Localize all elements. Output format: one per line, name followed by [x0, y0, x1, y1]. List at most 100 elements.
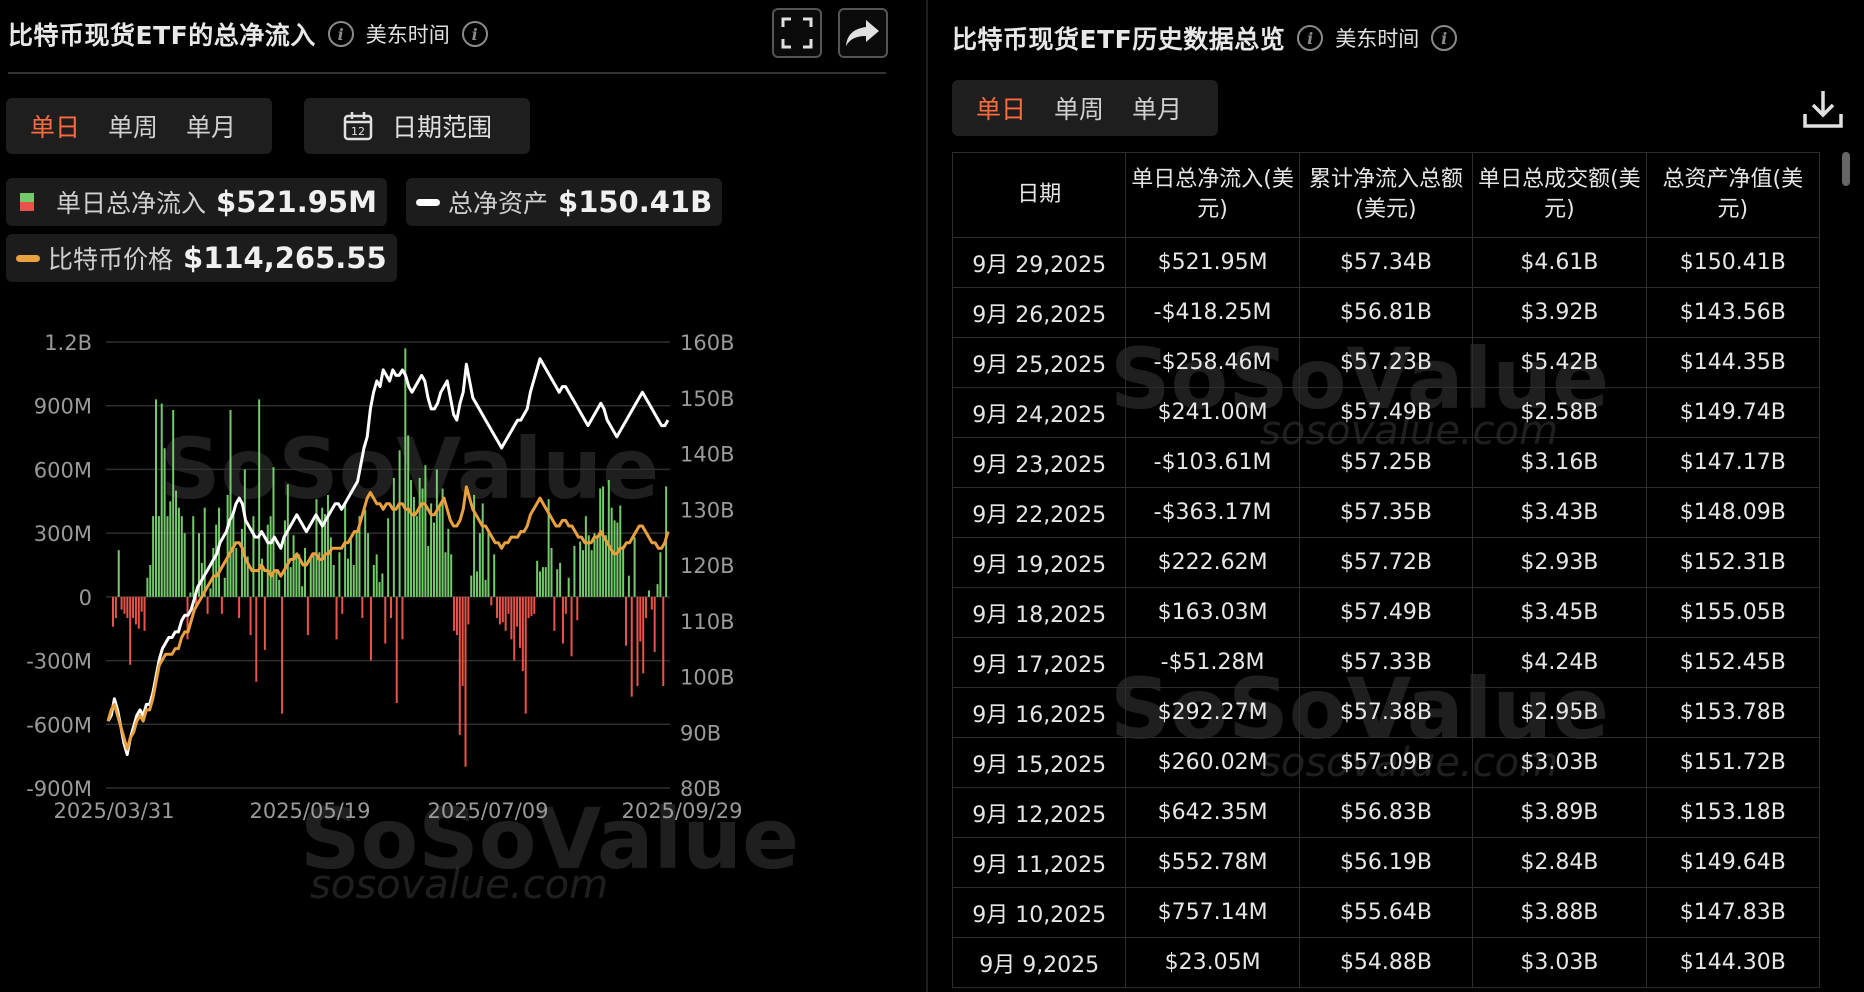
inflow-bar [152, 516, 155, 597]
inflow-bar [490, 596, 493, 606]
cumulative-inflow-cell: $56.19B [1298, 837, 1474, 888]
date-cell: 9月 23,2025 [951, 437, 1127, 488]
date-range-button[interactable]: 12 日期范围 [304, 98, 530, 154]
share-icon[interactable] [838, 8, 888, 58]
tab-weekly[interactable]: 单周 [94, 108, 172, 144]
inflow-bar [430, 503, 433, 597]
inflow-bar [622, 545, 625, 597]
inflow-bar [541, 567, 544, 597]
net-assets-cell: $153.78B [1645, 687, 1821, 738]
inflow-bar [143, 596, 146, 631]
panel-divider [926, 0, 928, 992]
tab-daily[interactable]: 单日 [16, 108, 94, 144]
net-assets-legend-icon [416, 198, 440, 206]
daily-inflow-cell: $23.05M [1125, 937, 1300, 988]
inflow-bar [533, 596, 536, 614]
table-row[interactable]: 9月 11,2025 $552.78M $56.19B $2.84B $149.64B [951, 837, 1821, 888]
table-row[interactable]: 9月 26,2025 -$418.25M $56.81B $3.92B $143.56B [951, 287, 1821, 338]
column-header[interactable]: 单日总成交额(美元) [1472, 152, 1647, 238]
inflow-bar [263, 596, 266, 650]
table-row[interactable]: 9月 10,2025 $757.14M $55.64B $3.88B $147.83B [951, 887, 1821, 938]
legend-net-inflow[interactable]: 单日总净流入 $521.95M [6, 178, 387, 226]
table-row[interactable]: 9月 23,2025 -$103.61M $57.25B $3.16B $147.17B [951, 437, 1821, 488]
inflow-bar [301, 586, 304, 597]
inflow-bar [160, 403, 163, 597]
inflow-bar [232, 511, 235, 597]
date-cell: 9月 18,2025 [951, 587, 1127, 638]
y-left-tick-label: -600M [26, 713, 92, 737]
tab-weekly[interactable]: 单周 [1040, 90, 1118, 126]
inflow-bar [561, 596, 564, 644]
timezone-info-icon[interactable]: i [461, 21, 488, 47]
cumulative-inflow-cell: $57.72B [1298, 537, 1474, 588]
table-row[interactable]: 9月 16,2025 $292.27M $57.38B $2.95B $153.78B [951, 687, 1821, 738]
inflow-bar [415, 516, 418, 597]
table-scrollbar[interactable] [1842, 152, 1850, 186]
net-assets-cell: $151.72B [1645, 737, 1821, 788]
inflow-bar [475, 571, 478, 597]
inflow-bar [275, 569, 278, 597]
tab-daily[interactable]: 单日 [962, 90, 1040, 126]
cumulative-inflow-cell: $57.49B [1298, 387, 1474, 438]
inflow-bar [493, 554, 496, 597]
net-assets-cell: $147.83B [1645, 887, 1821, 938]
date-cell: 9月 16,2025 [951, 687, 1127, 738]
column-header[interactable]: 累计净流入总额(美元) [1298, 152, 1474, 238]
inflow-bar [289, 567, 292, 597]
legend-label: 单日总净流入 [56, 189, 207, 218]
inflow-bar [607, 480, 610, 597]
daily-inflow-cell: -$363.17M [1125, 487, 1300, 538]
inflow-bar [527, 596, 530, 619]
table-row[interactable]: 9月 22,2025 -$363.17M $57.35B $3.43B $148.09B [951, 487, 1821, 538]
inflow-bar [516, 596, 519, 627]
inflow-bar [630, 596, 633, 697]
inflow-bar [149, 565, 152, 597]
column-header[interactable]: 日期 [951, 152, 1127, 238]
download-icon[interactable] [1800, 86, 1846, 132]
inflow-bar [647, 590, 650, 597]
inflow-bar [484, 579, 487, 597]
table-row[interactable]: 9月 18,2025 $163.03M $57.49B $3.45B $155.05B [951, 587, 1821, 638]
legend-net-assets[interactable]: 总净资产 $150.41B [406, 178, 723, 226]
inflow-bar [650, 596, 653, 610]
table-row[interactable]: 9月 9,2025 $23.05M $54.88B $3.03B $144.30B [951, 937, 1821, 988]
column-header[interactable]: 总资产净值(美元) [1645, 152, 1821, 238]
table-row[interactable]: 9月 17,2025 -$51.28M $57.33B $4.24B $152.45B [951, 637, 1821, 688]
inflow-bar [344, 503, 347, 597]
table-row[interactable]: 9月 24,2025 $241.00M $57.49B $2.58B $149.74B [951, 387, 1821, 438]
timezone-info-icon[interactable]: i [1431, 25, 1458, 51]
inflow-bar [215, 524, 218, 597]
y-right-tick-label: 120B [680, 554, 735, 578]
inflow-bar [590, 550, 593, 597]
inflow-bar [579, 541, 582, 597]
inflow-bar [496, 596, 499, 619]
tab-monthly[interactable]: 单月 [172, 108, 250, 144]
inflow-bar [203, 507, 206, 597]
inflow-bar [559, 562, 562, 597]
table-row[interactable]: 9月 25,2025 -$258.46M $57.23B $5.42B $144.35B [951, 337, 1821, 388]
table-row[interactable]: 9月 15,2025 $260.02M $57.09B $3.03B $151.72B [951, 737, 1821, 788]
info-icon[interactable]: i [1297, 25, 1324, 51]
inflow-bar [312, 554, 315, 597]
daily-inflow-cell: -$418.25M [1125, 287, 1300, 338]
inflow-bar [467, 596, 470, 625]
info-icon[interactable]: i [327, 21, 354, 47]
legend-btc-price[interactable]: 比特币价格 $114,265.55 [6, 234, 397, 282]
table-row[interactable]: 9月 29,2025 $521.95M $57.34B $4.61B $150.41B [951, 237, 1821, 288]
column-header[interactable]: 单日总净流入(美元) [1125, 152, 1300, 238]
daily-inflow-cell: -$258.46M [1125, 337, 1300, 388]
table-row[interactable]: 9月 19,2025 $222.62M $57.72B $2.93B $152.31B [951, 537, 1821, 588]
inflow-bar [444, 552, 447, 597]
y-left-tick-label: 1.2B [44, 331, 92, 355]
inflow-bar [653, 596, 656, 653]
date-cell: 9月 22,2025 [951, 487, 1127, 538]
tab-monthly[interactable]: 单月 [1118, 90, 1196, 126]
table-row[interactable]: 9月 12,2025 $642.35M $56.83B $3.89B $153.18B [951, 787, 1821, 838]
net-assets-cell: $147.17B [1645, 437, 1821, 488]
fullscreen-icon[interactable] [772, 8, 822, 58]
legend-label: 总净资产 [448, 189, 549, 218]
inflow-bar [395, 596, 398, 704]
daily-inflow-cell: $757.14M [1125, 887, 1300, 938]
inflow-bar [381, 573, 384, 597]
daily-volume-cell: $3.45B [1472, 587, 1647, 638]
